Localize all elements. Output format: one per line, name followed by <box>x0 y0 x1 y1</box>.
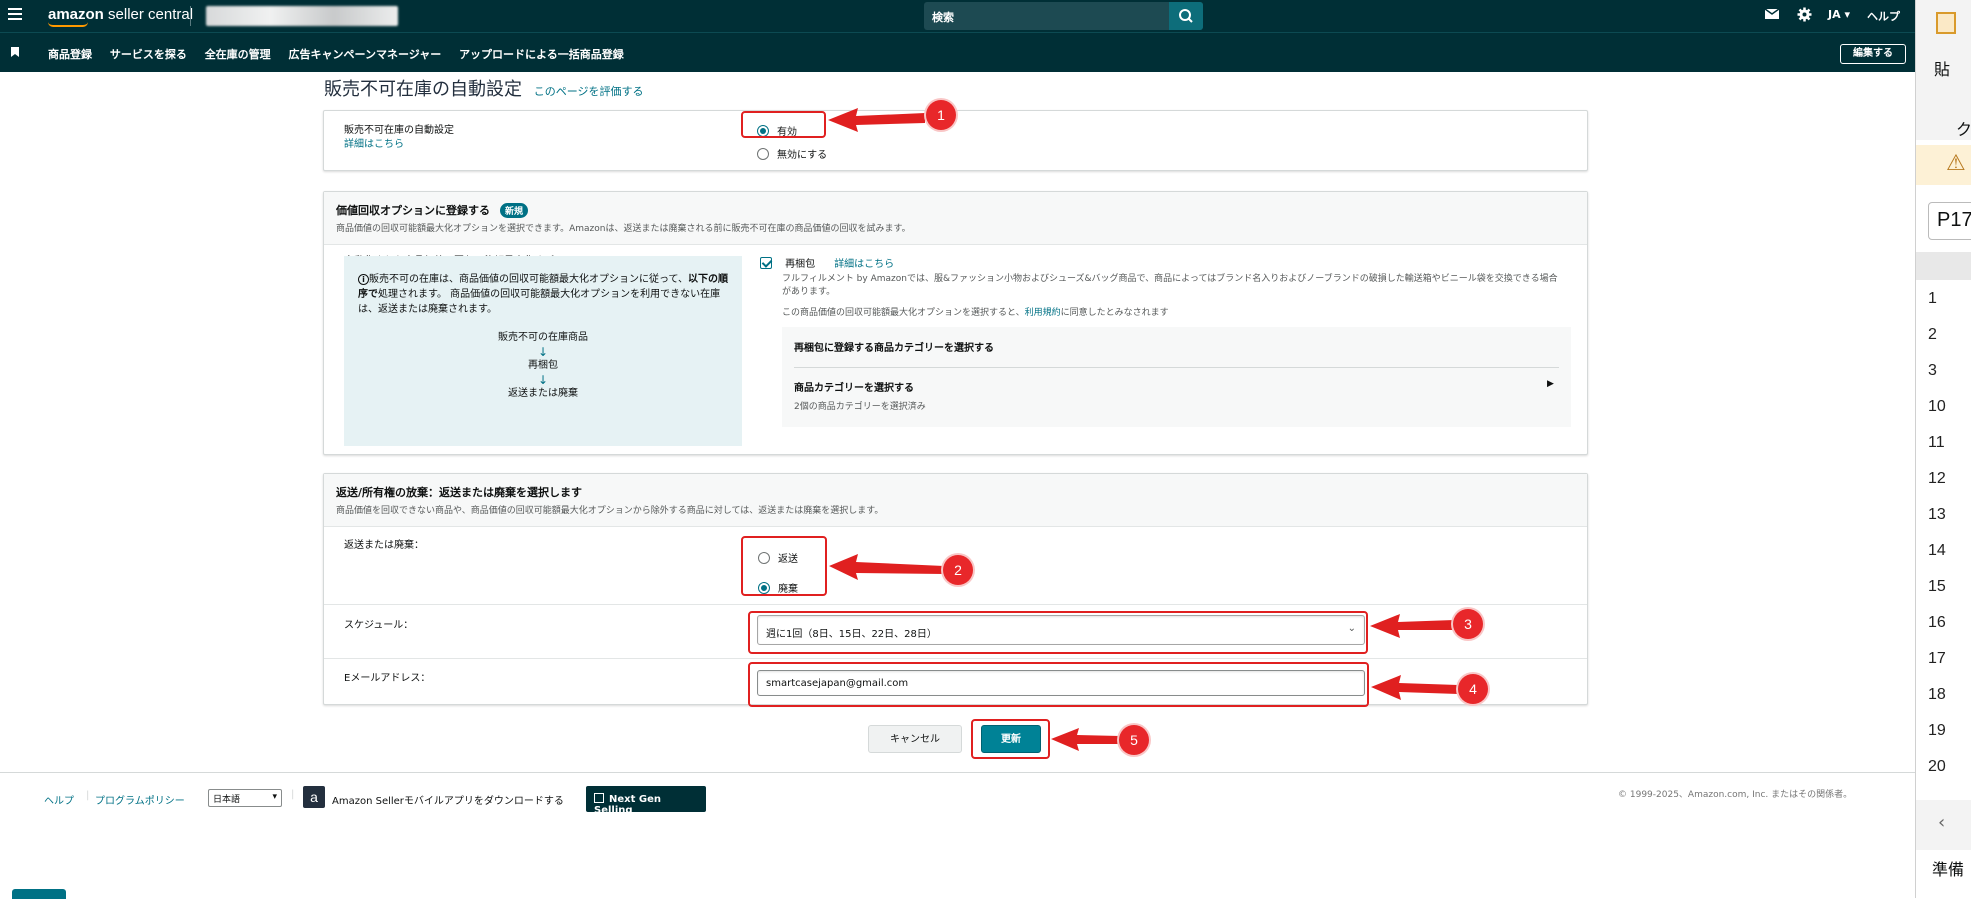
footer-language-select[interactable]: 日本語 ▾ <box>208 789 282 807</box>
cell-reference-box[interactable]: P17 <box>1928 202 1971 240</box>
annotation-badge-1: 1 <box>926 100 956 130</box>
footer-policy-link[interactable]: プログラムポリシー <box>95 792 185 807</box>
footer: ヘルプ | プログラムポリシー 日本語 ▾ | a Amazon Sellerモバ… <box>0 772 1915 899</box>
annotation-badge-3: 3 <box>1453 609 1483 639</box>
footer-divider: | <box>86 790 90 801</box>
row-number[interactable]: 15 <box>1928 578 1946 596</box>
side-app-paste-label: 貼 <box>1934 60 1951 79</box>
annotation-arrows <box>828 108 1458 751</box>
amazon-app-icon[interactable]: a <box>303 786 325 808</box>
row-number[interactable]: 13 <box>1928 506 1946 524</box>
annotation-badge-5: 5 <box>1119 725 1149 755</box>
footer-divider: | <box>291 789 295 800</box>
row-number[interactable]: 16 <box>1928 614 1946 632</box>
side-app-warning-bar: ⚠ <box>1916 145 1971 185</box>
column-header <box>1916 252 1971 280</box>
next-gen-selling-button[interactable]: Next Gen Selling <box>586 786 706 816</box>
row-number[interactable]: 11 <box>1928 434 1945 452</box>
side-app-status: 準備 <box>1932 860 1965 879</box>
annotation-badge-2: 2 <box>943 555 973 585</box>
row-number[interactable]: 2 <box>1928 326 1937 344</box>
arrow-1 <box>828 108 925 132</box>
arrow-2 <box>829 554 944 580</box>
arrow-3 <box>1370 614 1454 638</box>
chevron-left-icon[interactable]: ‹ <box>1938 812 1945 833</box>
side-app-text: ク <box>1956 120 1971 139</box>
external-link-icon <box>594 793 604 803</box>
arrow-4 <box>1371 675 1458 700</box>
side-app-scroll-area: ‹ <box>1916 800 1971 850</box>
app-download-link[interactable]: Amazon Sellerモバイルアプリをダウンロードする <box>332 792 564 807</box>
row-number[interactable]: 1 <box>1928 290 1937 308</box>
warning-icon: ⚠ <box>1946 151 1966 176</box>
row-number[interactable]: 19 <box>1928 722 1946 740</box>
footer-help-link[interactable]: ヘルプ <box>44 792 74 807</box>
chevron-down-icon: ▾ <box>272 792 277 802</box>
side-app-window: 貼 ク ⚠ P17 1 2 3 10 11 12 13 14 15 16 17 … <box>1915 0 1971 898</box>
arrow-5 <box>1051 728 1120 751</box>
row-number[interactable]: 20 <box>1928 758 1946 776</box>
copyright: © 1999-2025、Amazon.com, Inc. またはその関係者。 <box>1618 790 1853 800</box>
row-number[interactable]: 12 <box>1928 470 1946 488</box>
row-number[interactable]: 10 <box>1928 398 1946 416</box>
annotation-badge-4: 4 <box>1458 674 1488 704</box>
row-number[interactable]: 14 <box>1928 542 1946 560</box>
paste-icon[interactable] <box>1936 12 1956 34</box>
row-number[interactable]: 3 <box>1928 362 1937 380</box>
row-number[interactable]: 17 <box>1928 650 1946 668</box>
row-number[interactable]: 18 <box>1928 686 1946 704</box>
